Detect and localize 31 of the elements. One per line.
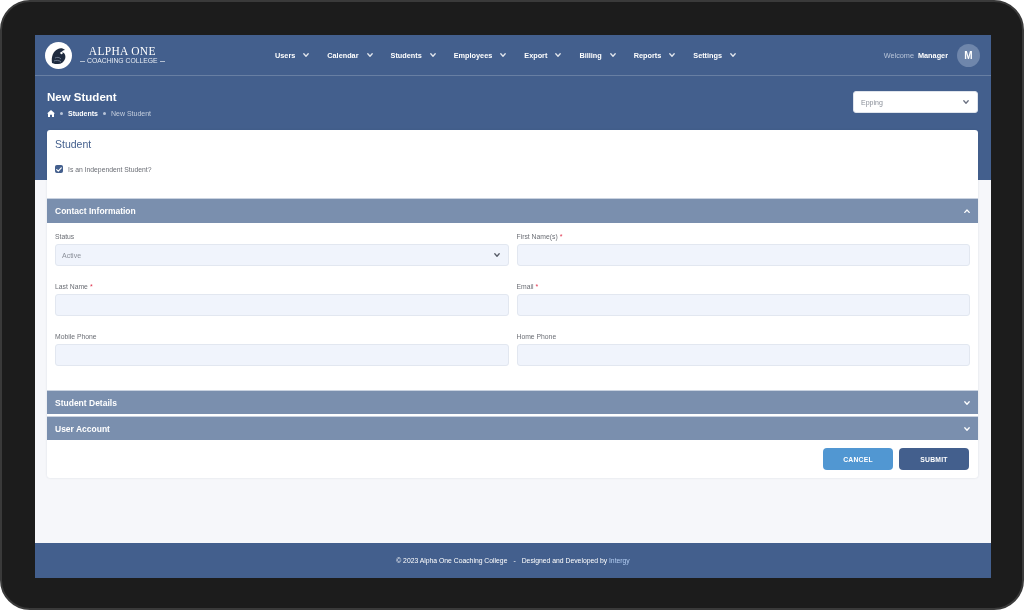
input-field[interactable]	[55, 344, 509, 366]
chevron-down-icon	[303, 53, 310, 57]
checkbox[interactable]	[55, 165, 63, 173]
accordion-header[interactable]: Contact Information	[47, 198, 978, 223]
chevron-down-icon	[429, 53, 436, 57]
chevron-down-icon	[555, 53, 562, 57]
chevron-down-icon	[963, 100, 969, 104]
input-field[interactable]	[55, 294, 509, 316]
page-title: New Student	[47, 90, 118, 104]
chevron-down-icon	[964, 426, 970, 431]
checkmark-icon	[56, 166, 62, 172]
user-avatar[interactable]: M	[957, 43, 980, 67]
brand-name: ALPHA ONE	[88, 45, 156, 57]
chevron-down-icon	[609, 53, 616, 57]
accordion-header[interactable]: Student Details	[47, 390, 978, 414]
card-title: Student	[55, 137, 92, 151]
bird-logo-icon	[45, 41, 72, 69]
accordion-header[interactable]: User Account	[47, 416, 978, 440]
chevron-down-icon	[730, 53, 737, 57]
dot-icon	[60, 112, 63, 115]
chevron-down-icon	[493, 253, 500, 257]
home-icon	[47, 110, 55, 117]
chevron-down-icon	[964, 400, 970, 405]
chevron-down-icon	[669, 53, 676, 57]
chevron-up-icon	[964, 209, 970, 213]
input-field[interactable]	[516, 244, 970, 266]
chevron-down-icon	[500, 53, 507, 57]
input-field[interactable]	[516, 294, 970, 316]
dot-icon	[102, 112, 106, 115]
input-field[interactable]	[516, 344, 970, 366]
chevron-down-icon	[366, 53, 373, 57]
